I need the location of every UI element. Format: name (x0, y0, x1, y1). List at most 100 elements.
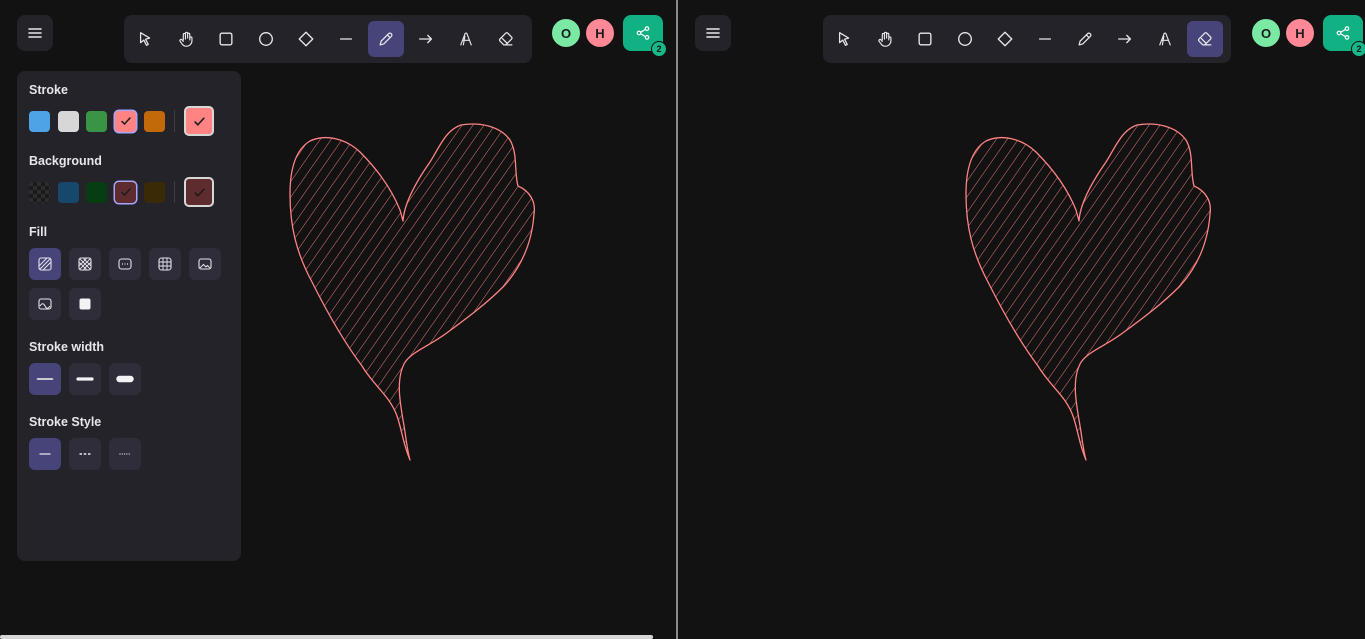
line-icon (339, 38, 353, 40)
drawing-canvas[interactable] (678, 0, 1365, 639)
eraser-icon (498, 32, 513, 46)
background-swatch-red[interactable] (115, 181, 137, 203)
ellipse-icon (958, 32, 972, 46)
fill-solid-button[interactable] (69, 288, 101, 320)
properties-panel: Stroke Background Fill Stroke width Stro… (17, 71, 241, 561)
shapes-toolbar (823, 15, 1231, 63)
line-tool[interactable] (1027, 21, 1063, 57)
diamond-tool[interactable] (987, 21, 1023, 57)
hamburger-icon (706, 28, 720, 38)
pointer-icon (838, 32, 850, 46)
divider (174, 110, 176, 132)
solid-line-icon (39, 453, 51, 455)
rectangle-tool[interactable] (907, 21, 943, 57)
stroke-width-thin-button[interactable] (29, 363, 61, 395)
text-icon (1159, 32, 1171, 46)
background-label: Background (29, 154, 102, 168)
background-swatch-blue[interactable] (57, 181, 79, 203)
heart-drawing[interactable] (289, 123, 536, 461)
fill-dashed-button[interactable] (109, 248, 141, 280)
extra-bold-line-icon (116, 375, 134, 383)
stroke-width-label: Stroke width (29, 340, 105, 354)
share-button[interactable]: 2 (1323, 15, 1365, 57)
eraser-icon (1197, 32, 1212, 46)
avatar[interactable]: H (585, 18, 615, 48)
stroke-style-dotted-button[interactable] (109, 438, 141, 470)
stroke-width-extra-bold-button[interactable] (109, 363, 141, 395)
horizontal-scrollbar[interactable] (0, 635, 653, 639)
stroke-swatch-white[interactable] (57, 110, 79, 132)
hand-tool[interactable] (867, 21, 903, 57)
collaborators: O H 2 (1251, 15, 1365, 57)
freedraw-tool[interactable] (368, 21, 404, 57)
diamond-tool[interactable] (288, 21, 324, 57)
menu-button[interactable] (17, 15, 53, 51)
stroke-swatch-orange[interactable] (143, 110, 165, 132)
background-current-color[interactable] (184, 177, 215, 207)
arrow-icon (419, 34, 433, 44)
pencil-icon (1078, 32, 1092, 46)
ellipse-icon (259, 32, 273, 46)
fill-image-button[interactable] (189, 248, 221, 280)
arrow-tool[interactable] (408, 21, 444, 57)
background-swatch-transparent[interactable] (29, 181, 50, 203)
selection-tool[interactable] (827, 21, 863, 57)
freedraw-tool[interactable] (1067, 21, 1103, 57)
divider (174, 181, 176, 203)
stroke-style-dashed-button[interactable] (69, 438, 101, 470)
rectangle-tool[interactable] (208, 21, 244, 57)
stroke-label: Stroke (29, 83, 68, 97)
arrow-tool[interactable] (1107, 21, 1143, 57)
stroke-width-bold-button[interactable] (69, 363, 101, 395)
text-tool[interactable] (1147, 21, 1183, 57)
fill-zigzag-button[interactable] (149, 248, 181, 280)
hand-icon (179, 31, 193, 47)
zigzag-icon (158, 257, 172, 271)
hamburger-icon (28, 28, 42, 38)
background-swatch-orange[interactable] (143, 181, 165, 203)
avatar[interactable]: O (1251, 18, 1281, 48)
ellipse-tool[interactable] (248, 21, 284, 57)
share-count-badge: 2 (651, 41, 667, 57)
stroke-width-options (29, 363, 235, 403)
diamond-icon (298, 31, 314, 47)
right-window: O H 2 (678, 0, 1365, 639)
collaborators: O H 2 (551, 15, 667, 57)
share-button[interactable]: 2 (623, 15, 667, 57)
eraser-tool[interactable] (488, 21, 524, 57)
stroke-style-solid-button[interactable] (29, 438, 61, 470)
avatar[interactable]: H (1285, 18, 1315, 48)
line-tool[interactable] (328, 21, 364, 57)
dashed-line-icon (79, 453, 91, 455)
menu-button[interactable] (695, 15, 731, 51)
text-tool[interactable] (448, 21, 484, 57)
fill-wave-button[interactable] (29, 288, 61, 320)
stroke-current-color[interactable] (184, 106, 215, 136)
ellipse-tool[interactable] (947, 21, 983, 57)
selection-tool[interactable] (128, 21, 164, 57)
stroke-swatch-green[interactable] (86, 110, 108, 132)
fill-hachure-button[interactable] (29, 248, 61, 280)
fill-cross-hatch-button[interactable] (69, 248, 101, 280)
arrow-icon (1118, 34, 1132, 44)
rectangle-icon (918, 32, 932, 46)
bold-line-icon (76, 377, 94, 381)
fill-label: Fill (29, 225, 48, 239)
hand-tool[interactable] (168, 21, 204, 57)
stroke-swatch-red[interactable] (115, 110, 137, 132)
stroke-style-label: Stroke Style (29, 415, 102, 429)
heart-drawing[interactable] (965, 123, 1212, 461)
background-swatch-green[interactable] (86, 181, 108, 203)
thin-line-icon (36, 378, 54, 380)
avatar[interactable]: O (551, 18, 581, 48)
check-icon (120, 117, 131, 125)
diamond-icon (997, 31, 1013, 47)
stroke-swatch-blue[interactable] (29, 110, 50, 132)
dashed-fill-icon (118, 258, 132, 270)
line-icon (1038, 38, 1052, 40)
left-window: O H 2 Stroke Background Fill Stroke widt… (0, 0, 676, 639)
share-count-badge: 2 (1351, 41, 1365, 57)
cross-hatch-icon (78, 257, 92, 271)
check-icon (194, 116, 205, 126)
eraser-tool[interactable] (1187, 21, 1223, 57)
